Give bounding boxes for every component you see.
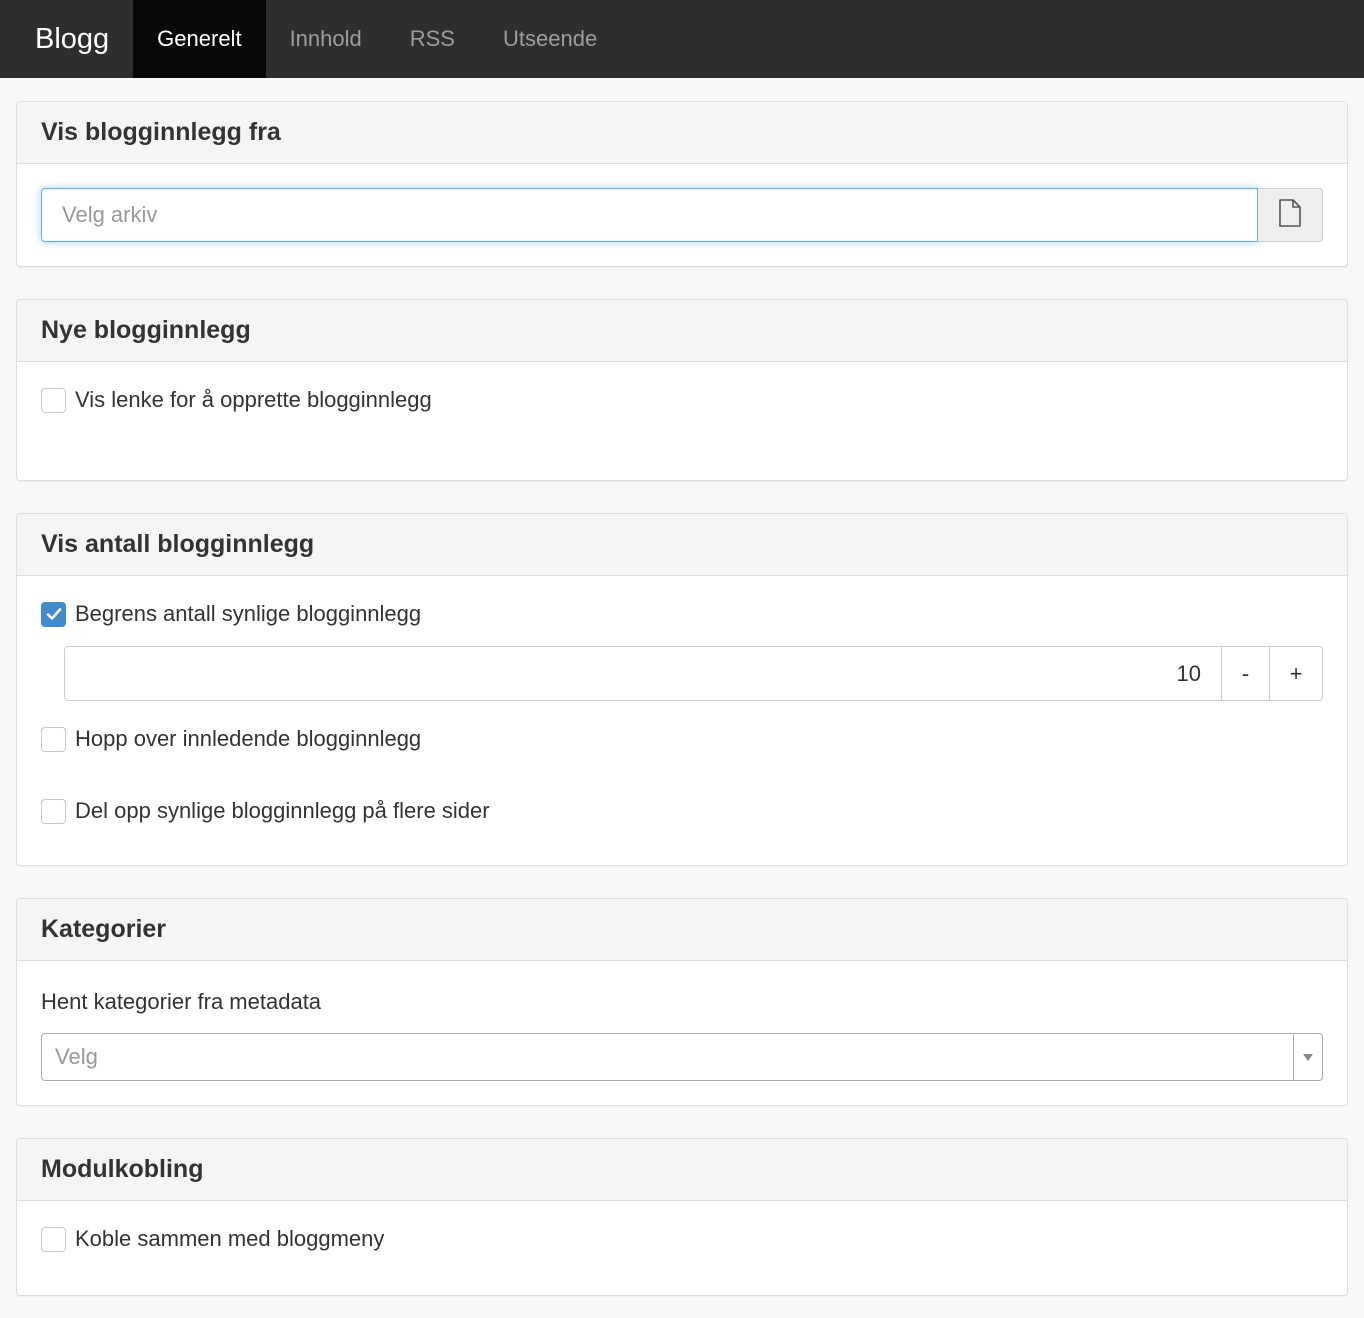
panel-post-count: Vis antall blogginnlegg Begrens antall s… (16, 513, 1348, 866)
panel-post-count-title: Vis antall blogginnlegg (17, 514, 1347, 576)
panel-categories: Kategorier Hent kategorier fra metadata … (16, 898, 1348, 1106)
panel-source: Vis blogginnlegg fra (16, 101, 1348, 267)
show-create-link-row: Vis lenke for å opprette blogginnlegg (41, 386, 1323, 414)
increment-button[interactable]: + (1270, 646, 1323, 701)
paginate-checkbox[interactable] (41, 798, 66, 824)
panel-source-title: Vis blogginnlegg fra (17, 102, 1347, 164)
skip-first-checkbox[interactable] (41, 726, 66, 752)
checkmark-icon (46, 608, 61, 620)
categories-select-value: Velg (55, 1044, 98, 1069)
limit-posts-checkbox[interactable] (41, 601, 66, 627)
chevron-down-icon[interactable] (1293, 1034, 1322, 1080)
panel-post-count-body: Begrens antall synlige blogginnlegg - + … (17, 576, 1347, 865)
limit-posts-row: Begrens antall synlige blogginnlegg (41, 600, 1323, 628)
panel-categories-body: Hent kategorier fra metadata Velg (17, 961, 1347, 1105)
panel-module-link-title: Modulkobling (17, 1139, 1347, 1201)
post-count-input[interactable] (64, 646, 1222, 701)
file-icon (1278, 198, 1302, 232)
tab-innhold[interactable]: Innhold (266, 0, 386, 78)
paginate-label[interactable]: Del opp synlige blogginnlegg på flere si… (75, 798, 490, 824)
decrement-button[interactable]: - (1222, 646, 1270, 701)
panel-module-link: Modulkobling Koble sammen med bloggmeny (16, 1138, 1348, 1296)
link-menu-checkbox[interactable] (41, 1226, 66, 1252)
tab-utseende[interactable]: Utseende (479, 0, 621, 78)
skip-first-row: Hopp over innledende blogginnlegg (41, 725, 1323, 753)
show-create-link-checkbox[interactable] (41, 387, 66, 413)
main-content: Vis blogginnlegg fra Nye blogginnlegg (0, 78, 1364, 1296)
panel-new-posts-title: Nye blogginnlegg (17, 300, 1347, 362)
panel-categories-title: Kategorier (17, 899, 1347, 961)
categories-select[interactable]: Velg (41, 1033, 1323, 1081)
panel-source-body (17, 164, 1347, 266)
categories-field-label: Hent kategorier fra metadata (41, 989, 322, 1014)
paginate-row: Del opp synlige blogginnlegg på flere si… (41, 797, 1323, 825)
panel-module-link-body: Koble sammen med bloggmeny (17, 1201, 1347, 1295)
link-menu-label[interactable]: Koble sammen med bloggmeny (75, 1226, 384, 1252)
archive-input[interactable] (41, 188, 1258, 242)
skip-first-label[interactable]: Hopp over innledende blogginnlegg (75, 726, 421, 752)
link-menu-row: Koble sammen med bloggmeny (41, 1225, 1323, 1253)
show-create-link-label[interactable]: Vis lenke for å opprette blogginnlegg (75, 387, 432, 413)
top-navbar: Blogg Generelt Innhold RSS Utseende (0, 0, 1364, 78)
post-count-stepper: - + (64, 646, 1323, 701)
tab-rss[interactable]: RSS (386, 0, 479, 78)
panel-new-posts: Nye blogginnlegg Vis lenke for å opprett… (16, 299, 1348, 481)
tab-generelt[interactable]: Generelt (133, 0, 266, 78)
archive-input-group (41, 188, 1323, 242)
panel-new-posts-body: Vis lenke for å opprette blogginnlegg (17, 362, 1347, 480)
brand-title[interactable]: Blogg (0, 0, 133, 78)
limit-posts-label[interactable]: Begrens antall synlige blogginnlegg (75, 601, 421, 627)
browse-archive-button[interactable] (1258, 188, 1323, 242)
